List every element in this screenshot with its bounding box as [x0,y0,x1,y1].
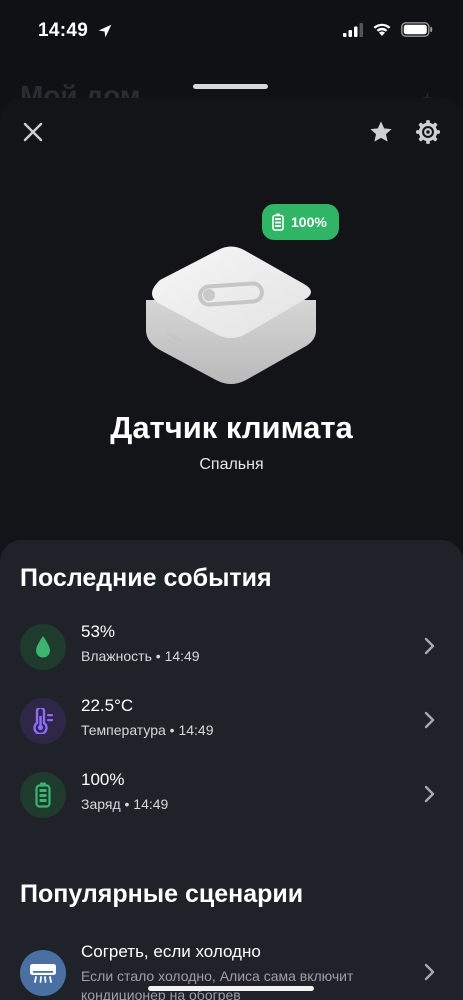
close-icon [23,122,43,142]
event-subtitle: Заряд • 14:49 [81,796,169,812]
star-icon [370,121,392,142]
event-value: 53% [81,622,116,641]
battery-badge: 100% [262,204,339,240]
signal-icon [343,22,363,37]
event-value: 22.5°C [81,696,134,715]
screen: 14:49 Мой дом + [0,0,463,1000]
battery-icon [272,213,284,231]
device-room: Спальня [199,456,264,473]
droplet-icon [20,624,66,670]
chevron-right-icon [424,963,435,981]
gear-icon [416,120,440,144]
thermometer-icon [20,698,66,744]
air-conditioner-icon [20,950,66,996]
wifi-icon [373,23,391,36]
events-section-title: Последние события [20,564,272,592]
event-subtitle: Влажность • 14:49 [81,648,200,664]
device-sheet: 100% Датчик климата Спальня Последние со… [0,98,463,1000]
chevron-right-icon [424,637,435,655]
status-bar: 14:49 [0,0,463,60]
scenarios-section-title: Популярные сценарии [20,880,304,908]
location-arrow-icon [98,24,112,38]
event-row-temperature[interactable]: 22.5°C Температура • 14:49 [0,690,463,754]
status-icons [343,22,433,37]
scenario-title: Согреть, если холодно [81,942,261,961]
battery-icon [20,772,66,818]
event-subtitle: Температура • 14:49 [81,722,214,738]
event-row-humidity[interactable]: 53% Влажность • 14:49 [0,616,463,680]
event-value: 100% [81,770,125,789]
close-button[interactable] [19,118,47,146]
home-indicator[interactable] [148,986,314,991]
status-time: 14:49 [38,20,89,41]
details-panel: Последние события 53% Влажность • 14:49 [0,540,463,1000]
scenario-row[interactable]: Согреть, если холодно Если стало холодно… [0,940,463,1000]
sheet-grabber[interactable] [193,84,268,89]
favorite-button[interactable] [367,118,395,146]
scenario-description: Если стало холодно, Алиса сама включит к… [81,968,354,1000]
battery-badge-label: 100% [291,214,327,230]
device-image [146,246,316,384]
chevron-right-icon [424,785,435,803]
chevron-right-icon [424,711,435,729]
settings-button[interactable] [414,118,442,146]
device-name: Датчик климата [110,410,353,445]
event-row-battery[interactable]: 100% Заряд • 14:49 [0,764,463,828]
battery-status-icon [401,22,433,37]
